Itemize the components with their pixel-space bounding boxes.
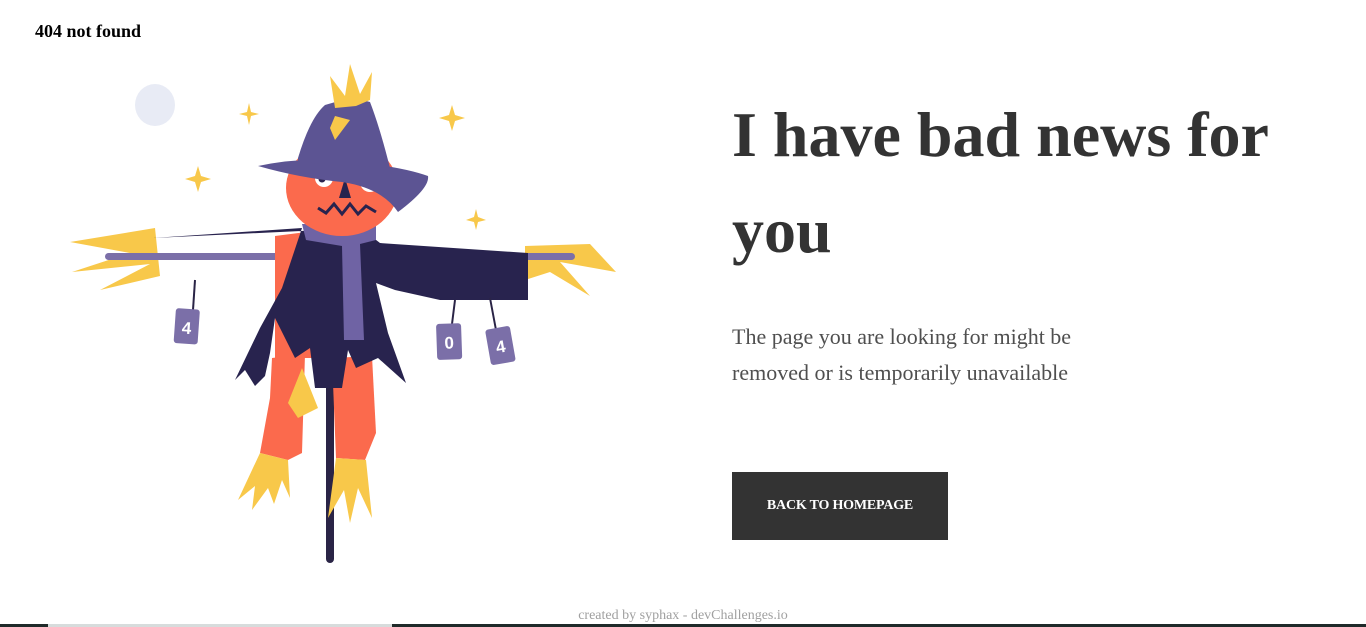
not-found-page: 404 not found 4 0 4 I have bad news for … — [0, 0, 1366, 627]
can-4-left: 4 — [173, 308, 200, 345]
sparkle-icon — [439, 105, 465, 131]
can-0: 0 — [436, 323, 463, 360]
hat-straw — [330, 64, 372, 108]
moon-icon — [135, 84, 175, 126]
can-label: 0 — [444, 333, 454, 352]
coat — [153, 226, 528, 388]
error-message: The page you are looking for might be re… — [732, 324, 1072, 385]
back-to-homepage-button[interactable]: BACK TO HOMEPAGE — [732, 472, 948, 540]
sparkle-icon — [185, 166, 211, 192]
sparkle-icon — [239, 103, 259, 125]
sparkle-icon — [466, 209, 486, 230]
scarecrow-illustration: 4 0 4 — [70, 64, 616, 563]
can-4-right: 4 — [485, 326, 516, 365]
left-foot-straw — [238, 453, 290, 510]
footer-credit: created by syphax - devChallenges.io — [578, 608, 788, 623]
page-title: I have bad news for you — [732, 99, 1268, 266]
hat-crown — [298, 99, 390, 168]
can-label: 4 — [181, 318, 192, 338]
right-hand-straw — [525, 244, 616, 296]
right-foot-straw — [328, 458, 372, 523]
site-logo: 404 not found — [35, 21, 142, 41]
